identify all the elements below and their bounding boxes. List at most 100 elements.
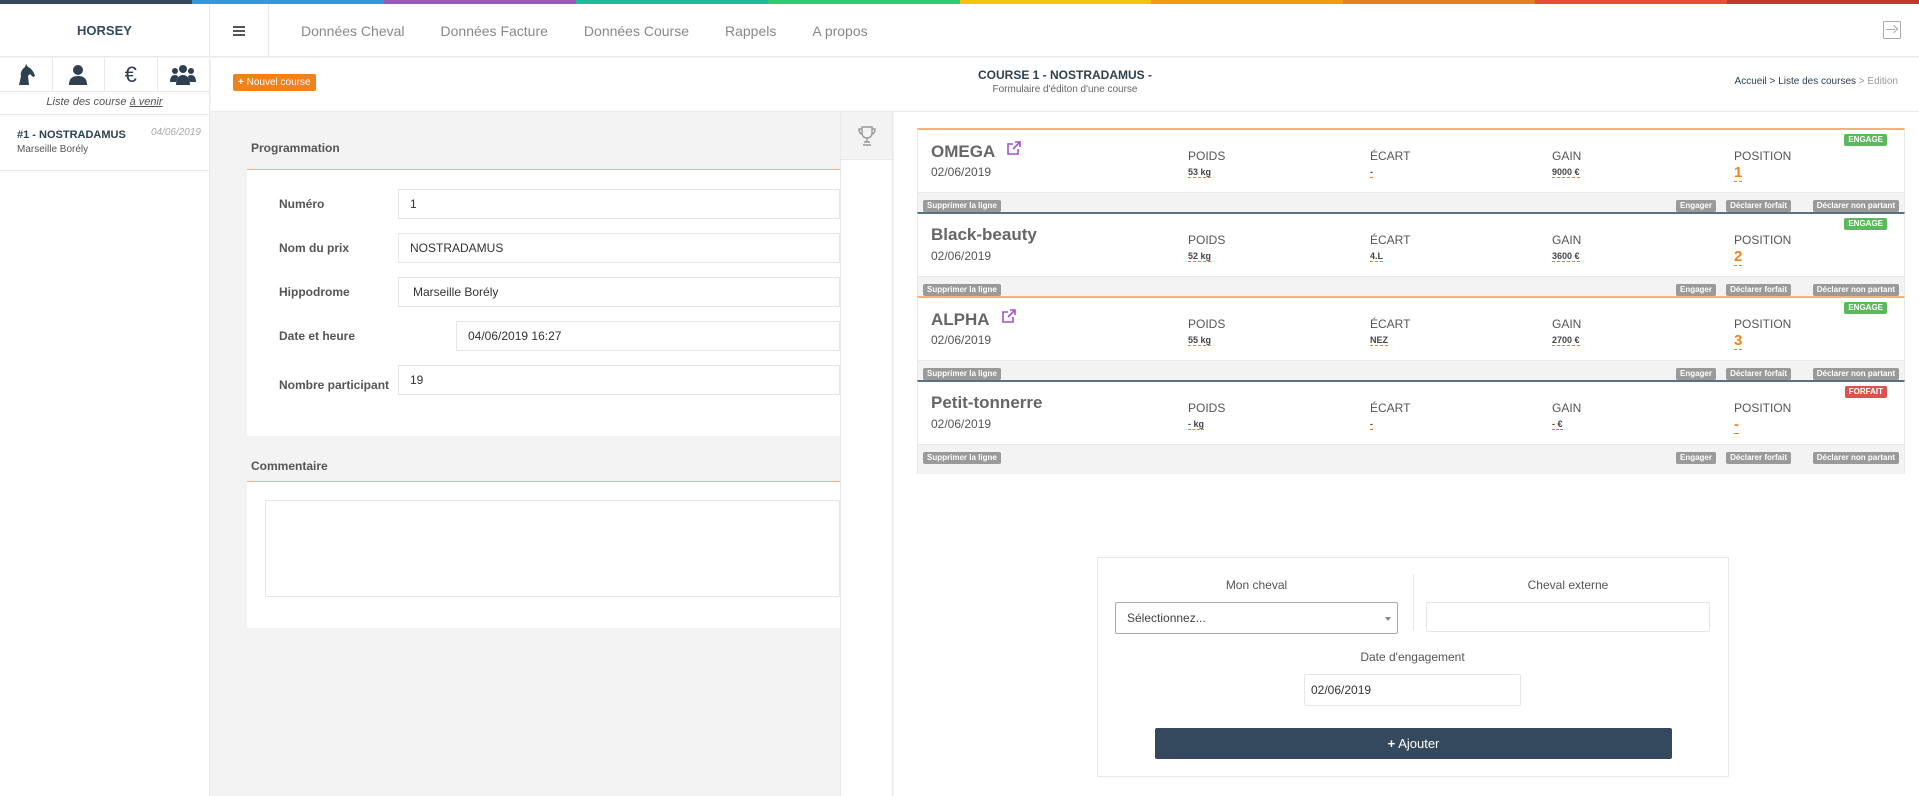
caption-link[interactable]: à venir	[130, 96, 163, 108]
field-date-heure: Date et heure 04/06/2019 16:27	[279, 321, 840, 351]
delete-row-button[interactable]: Supprimer la ligne	[923, 200, 1001, 212]
position-value[interactable]: 1	[1734, 165, 1743, 182]
my-horse-select[interactable]: Sélectionnez...	[1115, 602, 1398, 634]
gap-label: ÉCART	[1370, 149, 1411, 163]
weight-value[interactable]: 53 kg	[1188, 167, 1212, 178]
divider	[1413, 574, 1414, 630]
trophy-tab[interactable]	[841, 112, 892, 160]
engage-button[interactable]: Engager	[1675, 368, 1716, 380]
position-column: POSITION 1	[1734, 149, 1791, 182]
status-badge: ENGAGE	[1844, 134, 1887, 146]
external-horse-label: Cheval externe	[1527, 578, 1609, 592]
nav-rappels[interactable]: Rappels	[725, 23, 776, 39]
engage-button[interactable]: Engager	[1675, 284, 1716, 296]
horse-name-text: OMEGA	[931, 142, 996, 161]
horse-name[interactable]: ALPHA	[931, 309, 1016, 330]
nom-prix-input[interactable]: NOSTRADAMUS	[398, 233, 840, 263]
declare-non-starter-button[interactable]: Déclarer non partant	[1812, 200, 1899, 212]
weight-label: POIDS	[1188, 317, 1226, 331]
comment-textarea[interactable]	[265, 500, 840, 597]
date-heure-input[interactable]: 04/06/2019 16:27	[456, 321, 840, 351]
engagements-panel: OMEGA 02/06/2019 POIDS 53 kg ÉCART - GAI…	[894, 112, 1919, 796]
delete-row-button[interactable]: Supprimer la ligne	[923, 368, 1001, 380]
horse-card-body: ALPHA 02/06/2019 POIDS 55 kg ÉCART NEZ G…	[918, 298, 1904, 360]
menu-toggle-button[interactable]	[210, 4, 269, 57]
logout-icon[interactable]	[1883, 21, 1901, 39]
numero-input[interactable]: 1	[398, 189, 840, 219]
horse-date: 02/06/2019	[931, 333, 992, 347]
engage-button[interactable]: Engager	[1675, 200, 1716, 212]
brand-logo[interactable]: HORSEY	[0, 4, 210, 57]
side-tab-column	[840, 112, 893, 796]
declare-forfeit-button[interactable]: Déclarer forfait	[1726, 200, 1791, 212]
weight-column: POIDS 52 kg	[1188, 233, 1225, 262]
gap-column: ÉCART 4.L	[1370, 233, 1410, 262]
gap-value[interactable]: 4.L	[1370, 251, 1384, 262]
weight-value[interactable]: - kg	[1188, 419, 1205, 430]
declare-non-starter-button[interactable]: Déclarer non partant	[1812, 368, 1899, 380]
user-icon[interactable]	[53, 58, 105, 91]
position-value[interactable]: -	[1734, 417, 1739, 434]
horse-name[interactable]: OMEGA	[931, 141, 1022, 162]
external-link-icon[interactable]	[1007, 141, 1022, 158]
declare-forfeit-button[interactable]: Déclarer forfait	[1726, 284, 1791, 296]
gain-value[interactable]: 3600 €	[1552, 251, 1580, 262]
sidebar-caption: Liste des course à venir	[0, 92, 209, 115]
gap-value[interactable]: -	[1370, 419, 1373, 430]
hippodrome-select[interactable]: Marseille Borély	[398, 277, 840, 307]
position-label: POSITION	[1734, 401, 1792, 415]
gain-value[interactable]: 2700 €	[1552, 335, 1580, 346]
gain-value[interactable]: - €	[1552, 419, 1563, 430]
breadcrumb-list[interactable]: Liste des courses	[1778, 76, 1856, 87]
gain-label: GAIN	[1552, 149, 1582, 163]
date-engagement-input[interactable]: 02/06/2019	[1304, 674, 1521, 706]
field-label: Nombre participant	[279, 378, 390, 392]
gap-column: ÉCART -	[1370, 401, 1410, 430]
nav-donnees-facture[interactable]: Données Facture	[441, 23, 548, 39]
weight-column: POIDS 55 kg	[1188, 317, 1225, 346]
delete-row-button[interactable]: Supprimer la ligne	[923, 452, 1001, 464]
horse-card: Black-beauty 02/06/2019 POIDS 52 kg ÉCAR…	[917, 212, 1905, 306]
add-button[interactable]: + Ajouter	[1155, 728, 1672, 759]
nav-a-propos[interactable]: A propos	[812, 23, 867, 39]
declare-non-starter-button[interactable]: Déclarer non partant	[1812, 284, 1899, 296]
gain-value[interactable]: 9000 €	[1552, 167, 1580, 178]
horse-name-text: Black-beauty	[931, 225, 1037, 244]
page-subtitle: Formulaire d'éditon d'une course	[992, 84, 1138, 95]
horse-icon[interactable]	[0, 58, 53, 91]
weight-value[interactable]: 55 kg	[1188, 335, 1212, 346]
gap-label: ÉCART	[1370, 401, 1411, 415]
delete-row-button[interactable]: Supprimer la ligne	[923, 284, 1001, 296]
engage-button[interactable]: Engager	[1675, 452, 1716, 464]
external-link-icon[interactable]	[1001, 309, 1016, 326]
list-item[interactable]: #1 - NOSTRADAMUS Marseille Borély 04/06/…	[0, 115, 209, 171]
position-value[interactable]: 3	[1734, 333, 1743, 350]
nav-donnees-cheval[interactable]: Données Cheval	[301, 23, 405, 39]
weight-column: POIDS - kg	[1188, 401, 1225, 430]
horse-date: 02/06/2019	[931, 165, 992, 179]
declare-forfeit-button[interactable]: Déclarer forfait	[1726, 368, 1791, 380]
nombre-participant-input[interactable]: 19	[398, 365, 840, 395]
position-value[interactable]: 2	[1734, 249, 1743, 266]
weight-value[interactable]: 52 kg	[1188, 251, 1212, 262]
gap-value[interactable]: NEZ	[1370, 335, 1388, 346]
breadcrumb-home[interactable]: Accueil	[1735, 76, 1767, 87]
gap-column: ÉCART NEZ	[1370, 317, 1410, 346]
horse-name[interactable]: Petit-tonnerre	[931, 393, 1042, 413]
declare-forfeit-button[interactable]: Déclarer forfait	[1726, 452, 1791, 464]
programmation-title: Programmation	[247, 126, 840, 170]
weight-label: POIDS	[1188, 233, 1226, 247]
field-label: Hippodrome	[279, 285, 350, 299]
horse-card: ALPHA 02/06/2019 POIDS 55 kg ÉCART NEZ G…	[917, 296, 1905, 390]
declare-non-starter-button[interactable]: Déclarer non partant	[1812, 452, 1899, 464]
horse-card: OMEGA 02/06/2019 POIDS 53 kg ÉCART - GAI…	[917, 128, 1905, 222]
euro-icon[interactable]: €	[105, 58, 158, 91]
external-horse-input[interactable]	[1426, 602, 1710, 632]
users-icon[interactable]	[158, 58, 210, 91]
gap-value[interactable]: -	[1370, 167, 1373, 178]
horse-card: Petit-tonnerre 02/06/2019 POIDS - kg ÉCA…	[917, 380, 1905, 474]
nav-donnees-course[interactable]: Données Course	[584, 23, 689, 39]
gain-column: GAIN 3600 €	[1552, 233, 1581, 262]
horse-name[interactable]: Black-beauty	[931, 225, 1037, 245]
position-label: POSITION	[1734, 317, 1792, 331]
